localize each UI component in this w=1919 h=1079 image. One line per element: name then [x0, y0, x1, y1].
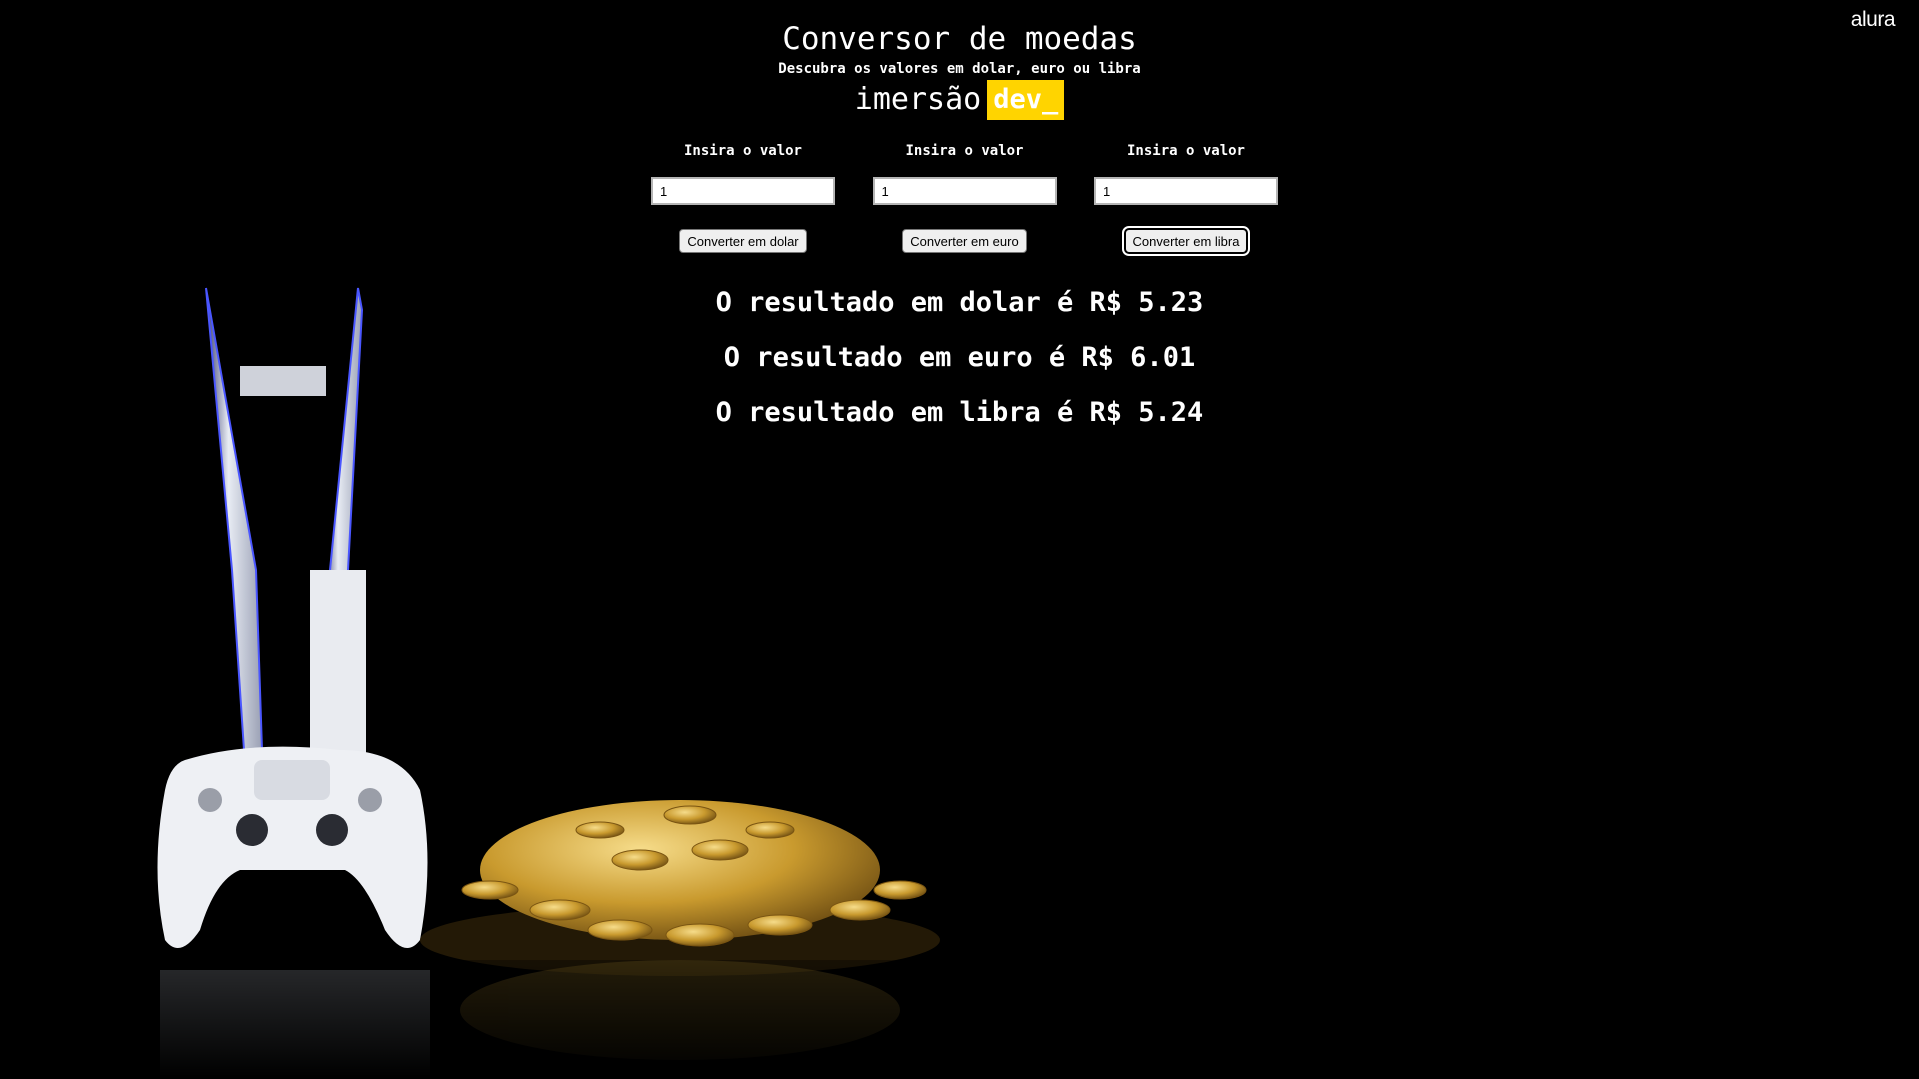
background-illustration	[0, 287, 1000, 1079]
converter-columns: Insira o valor Converter em dolar Insira…	[651, 142, 1278, 256]
value-label: Insira o valor	[1126, 143, 1245, 159]
logo-text-dev: dev_	[987, 80, 1065, 120]
converter-libra: Insira o valor Converter em libra	[1094, 142, 1278, 256]
converter-euro: Insira o valor Converter em euro	[872, 142, 1057, 253]
controller-icon	[157, 746, 428, 948]
page-subtitle: Descubra os valores em dolar, euro ou li…	[778, 61, 1141, 77]
euro-value-input[interactable]	[872, 177, 1057, 205]
libra-value-input[interactable]	[1094, 177, 1278, 205]
convert-dolar-button[interactable]: Converter em dolar	[679, 229, 807, 253]
page-header: Conversor de moedas Descubra os valores …	[0, 0, 1919, 120]
console-icon	[205, 287, 366, 760]
dolar-value-input[interactable]	[651, 177, 835, 205]
convert-libra-button[interactable]: Converter em libra	[1121, 226, 1251, 256]
value-label: Insira o valor	[683, 143, 802, 159]
page-title: Conversor de moedas	[782, 21, 1137, 57]
converter-dolar: Insira o valor Converter em dolar	[651, 142, 835, 253]
convert-euro-button[interactable]: Converter em euro	[902, 229, 1027, 253]
imersao-dev-logo: imersão dev_	[854, 80, 1065, 120]
logo-text-imersao: imersão	[854, 82, 982, 117]
coins-pile-icon	[420, 800, 940, 976]
value-label: Insira o valor	[905, 143, 1024, 159]
